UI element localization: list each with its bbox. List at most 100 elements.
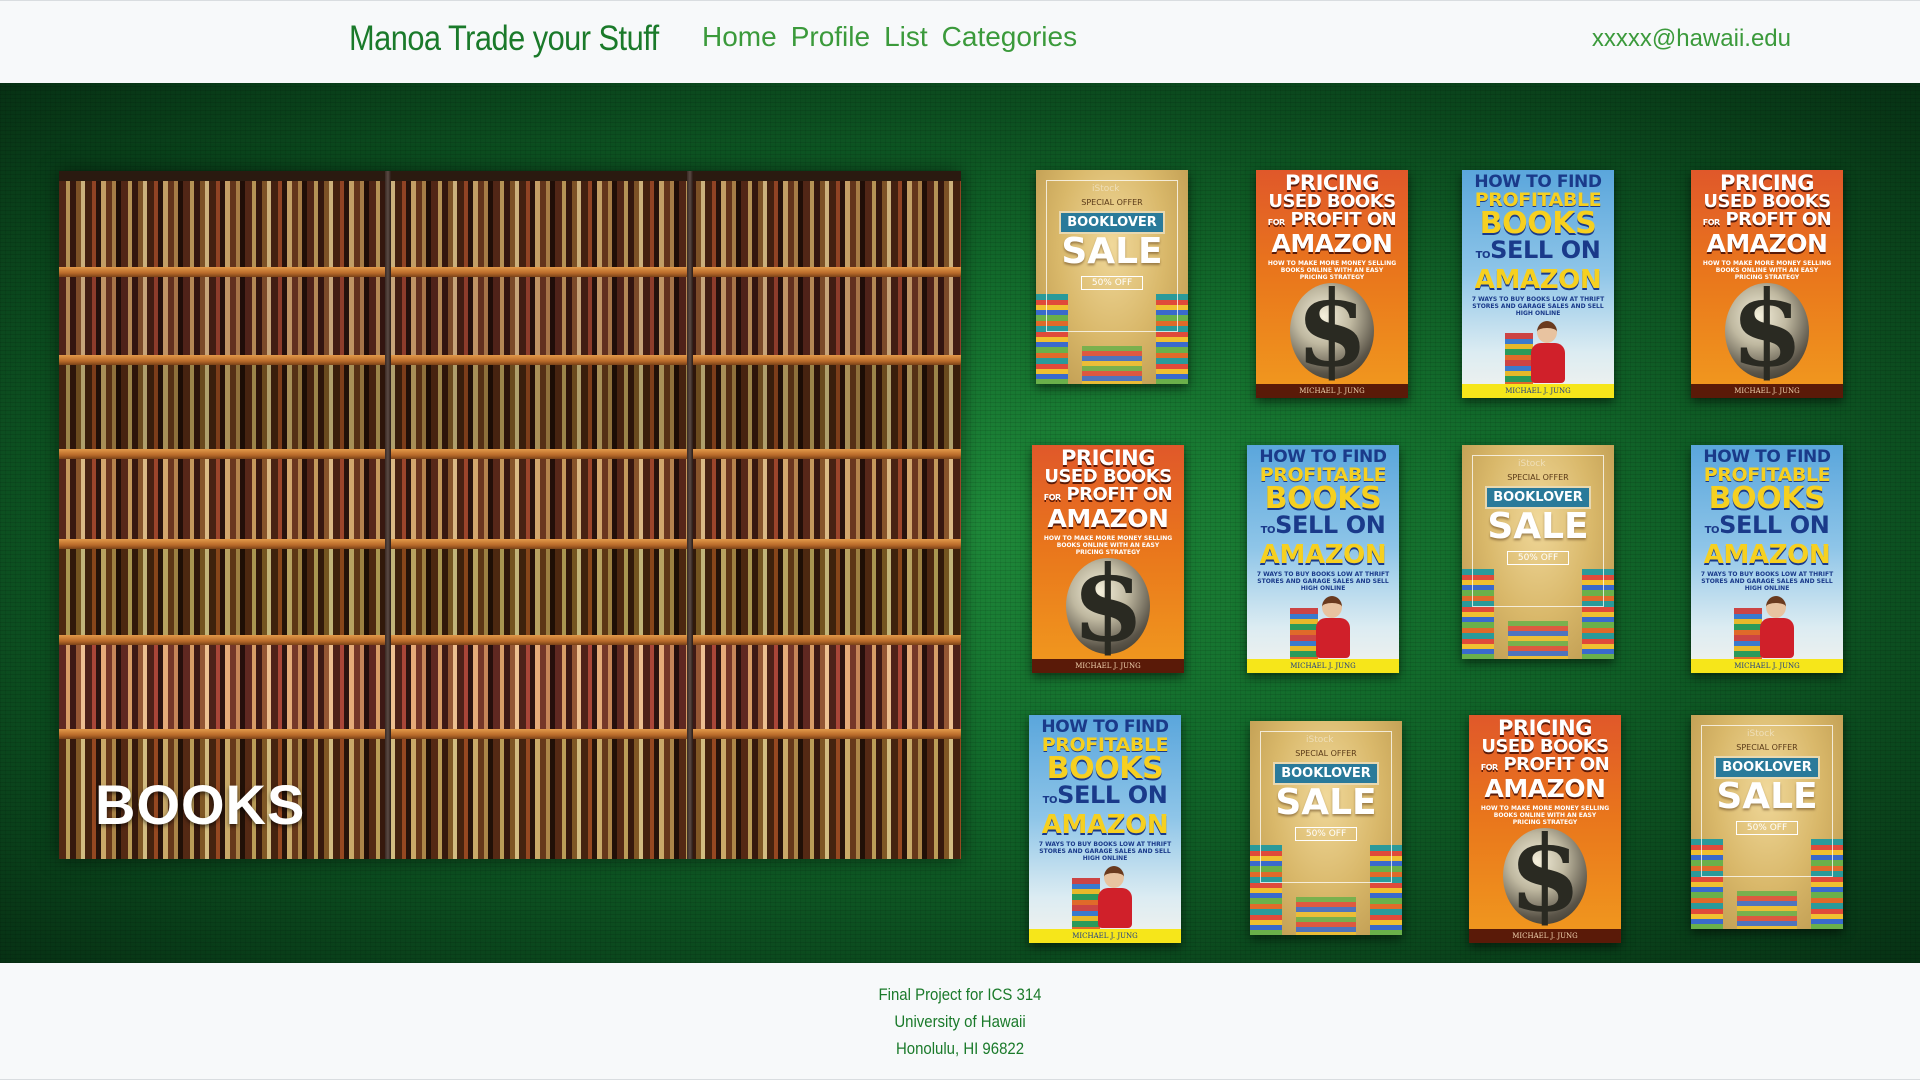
cover-title-line: PROFIT ON <box>1066 484 1173 505</box>
page-footer: Final Project for ICS 314 University of … <box>0 963 1920 1080</box>
book-cover-booklover-sale[interactable]: iStock SPECIAL OFFER BOOKLOVER SALE 50% … <box>1462 445 1614 659</box>
footer-text: Final Project for ICS 314 University of … <box>0 981 1920 1062</box>
cover-title-line: SELL ON <box>1490 236 1601 264</box>
cover-author: MICHAEL J. JUNG <box>1462 384 1614 398</box>
book-cover-booklover-sale[interactable]: iStock SPECIAL OFFER BOOKLOVER SALE 50% … <box>1250 721 1402 935</box>
cover-title-line: AMAZON <box>1703 540 1831 570</box>
cover-author: MICHAEL J. JUNG <box>1247 659 1399 673</box>
cover-author: MICHAEL J. JUNG <box>1029 929 1181 943</box>
book-cover-booklover-sale[interactable]: iStock SPECIAL OFFER BOOKLOVER SALE 50% … <box>1036 170 1188 384</box>
cover-title-line: AMAZON <box>1271 229 1393 258</box>
special-offer-text: SPECIAL OFFER <box>1295 749 1357 758</box>
books-category-card[interactable]: BOOKS <box>59 171 961 859</box>
cover-author: MICHAEL J. JUNG <box>1256 384 1408 398</box>
dollar-sign-art <box>1290 269 1374 389</box>
bookshelf-row <box>59 549 961 635</box>
shelf-plank <box>59 355 961 365</box>
bookshelf-row <box>59 277 961 355</box>
book-cover-booklover-sale[interactable]: iStock SPECIAL OFFER BOOKLOVER SALE 50% … <box>1691 715 1843 929</box>
book-cover-how-to-find-books[interactable]: HOW TO FIND PROFITABLE BOOKS TOSELL ON A… <box>1029 715 1181 943</box>
cover-title-line: AMAZON <box>1259 540 1387 570</box>
book-cover-pricing-used-books[interactable]: PRICING USED BOOKS FOR PROFIT ON AMAZON … <box>1256 170 1408 398</box>
book-cover-pricing-used-books[interactable]: PRICING USED BOOKS FOR PROFIT ON AMAZON … <box>1032 445 1184 673</box>
cover-subtitle: 7 WAYS TO BUY BOOKS LOW AT THRIFT STORES… <box>1038 841 1172 862</box>
shelf-plank <box>59 267 961 277</box>
book-cover-how-to-find-books[interactable]: HOW TO FIND PROFITABLE BOOKS TOSELL ON A… <box>1247 445 1399 673</box>
nav-links: Home Profile List Categories <box>702 21 1077 53</box>
watermark: iStock <box>1747 729 1775 739</box>
discount-text: 50% OFF <box>1506 551 1570 565</box>
cover-title-line: SELL ON <box>1719 511 1830 539</box>
sale-text: SALE <box>1716 776 1818 817</box>
cover-title-small: TO <box>1704 525 1720 536</box>
shelf-plank <box>59 635 961 645</box>
cover-title-line: PROFIT ON <box>1290 209 1397 230</box>
footer-line-project: Final Project for ICS 314 <box>878 985 1042 1004</box>
cover-title-line: AMAZON <box>1041 810 1169 840</box>
top-navbar: Manoa Trade your Stuff Home Profile List… <box>0 0 1920 83</box>
cover-title-line: SELL ON <box>1275 511 1386 539</box>
cover-title-line: BOOKS <box>1264 481 1382 516</box>
cover-title-small: TO <box>1042 795 1058 806</box>
cover-subtitle: 7 WAYS TO BUY BOOKS LOW AT THRIFT STORES… <box>1700 571 1834 592</box>
special-offer-text: SPECIAL OFFER <box>1081 198 1143 207</box>
cover-title-line: BOOKS <box>1479 206 1597 241</box>
nav-link-list[interactable]: List <box>884 21 928 53</box>
cover-title-line: PROFIT ON <box>1725 209 1832 230</box>
nav-link-home[interactable]: Home <box>702 21 777 53</box>
cover-title-line: AMAZON <box>1047 504 1169 533</box>
brand-title[interactable]: Manoa Trade your Stuff <box>349 19 659 59</box>
cover-author: MICHAEL J. JUNG <box>1469 929 1621 943</box>
special-offer-text: SPECIAL OFFER <box>1507 473 1569 482</box>
discount-text: 50% OFF <box>1080 276 1144 290</box>
cover-title-line: AMAZON <box>1706 229 1828 258</box>
sale-text: SALE <box>1487 506 1589 547</box>
cover-title-line: BOOKS <box>1046 751 1164 786</box>
shelf-plank <box>59 729 961 739</box>
girl-with-books-art <box>1503 319 1573 393</box>
cover-title-line: PROFIT ON <box>1503 754 1610 775</box>
cover-author: MICHAEL J. JUNG <box>1691 384 1843 398</box>
girl-with-books-art <box>1070 864 1140 938</box>
shelf-upright <box>687 171 693 859</box>
book-cover-pricing-used-books[interactable]: PRICING USED BOOKS FOR PROFIT ON AMAZON … <box>1469 715 1621 943</box>
shelf-plank <box>59 449 961 459</box>
cover-title-small: FOR <box>1267 218 1285 227</box>
nav-link-profile[interactable]: Profile <box>791 21 870 53</box>
dollar-sign-art <box>1066 544 1150 664</box>
sale-text: SALE <box>1275 782 1377 823</box>
cover-title-small: FOR <box>1480 763 1498 772</box>
books-label: BOOKS <box>95 773 306 836</box>
shelf-plank <box>59 539 961 549</box>
cover-subtitle: 7 WAYS TO BUY BOOKS LOW AT THRIFT STORES… <box>1256 571 1390 592</box>
cover-title-small: FOR <box>1043 493 1061 502</box>
dollar-sign-art <box>1725 269 1809 389</box>
girl-with-books-art <box>1732 594 1802 668</box>
bookshelf-row <box>59 459 961 539</box>
book-cover-how-to-find-books[interactable]: HOW TO FIND PROFITABLE BOOKS TOSELL ON A… <box>1462 170 1614 398</box>
discount-text: 50% OFF <box>1294 827 1358 841</box>
book-cover-pricing-used-books[interactable]: PRICING USED BOOKS FOR PROFIT ON AMAZON … <box>1691 170 1843 398</box>
cover-title-small: TO <box>1260 525 1276 536</box>
nav-link-categories[interactable]: Categories <box>942 21 1077 53</box>
cover-title-small: FOR <box>1702 218 1720 227</box>
cover-author: MICHAEL J. JUNG <box>1032 659 1184 673</box>
bookshelf-row <box>59 181 961 267</box>
shelf-upright <box>385 171 391 859</box>
bookshelf-row <box>59 365 961 449</box>
footer-line-university: University of Hawaii <box>894 1012 1026 1031</box>
watermark: iStock <box>1092 184 1120 194</box>
girl-with-books-art <box>1288 594 1358 668</box>
cover-title-line: AMAZON <box>1474 265 1602 295</box>
cover-title-line: AMAZON <box>1484 774 1606 803</box>
special-offer-text: SPECIAL OFFER <box>1736 743 1798 752</box>
sale-text: SALE <box>1061 231 1163 272</box>
cover-title-small: TO <box>1475 250 1491 261</box>
cover-subtitle: 7 WAYS TO BUY BOOKS LOW AT THRIFT STORES… <box>1471 296 1605 317</box>
user-email-menu[interactable]: xxxxx@hawaii.edu <box>1592 25 1791 53</box>
watermark: iStock <box>1518 459 1546 469</box>
book-cover-how-to-find-books[interactable]: HOW TO FIND PROFITABLE BOOKS TOSELL ON A… <box>1691 445 1843 673</box>
footer-line-address: Honolulu, HI 96822 <box>895 1039 1025 1058</box>
discount-text: 50% OFF <box>1735 821 1799 835</box>
bookshelf-row <box>59 645 961 729</box>
